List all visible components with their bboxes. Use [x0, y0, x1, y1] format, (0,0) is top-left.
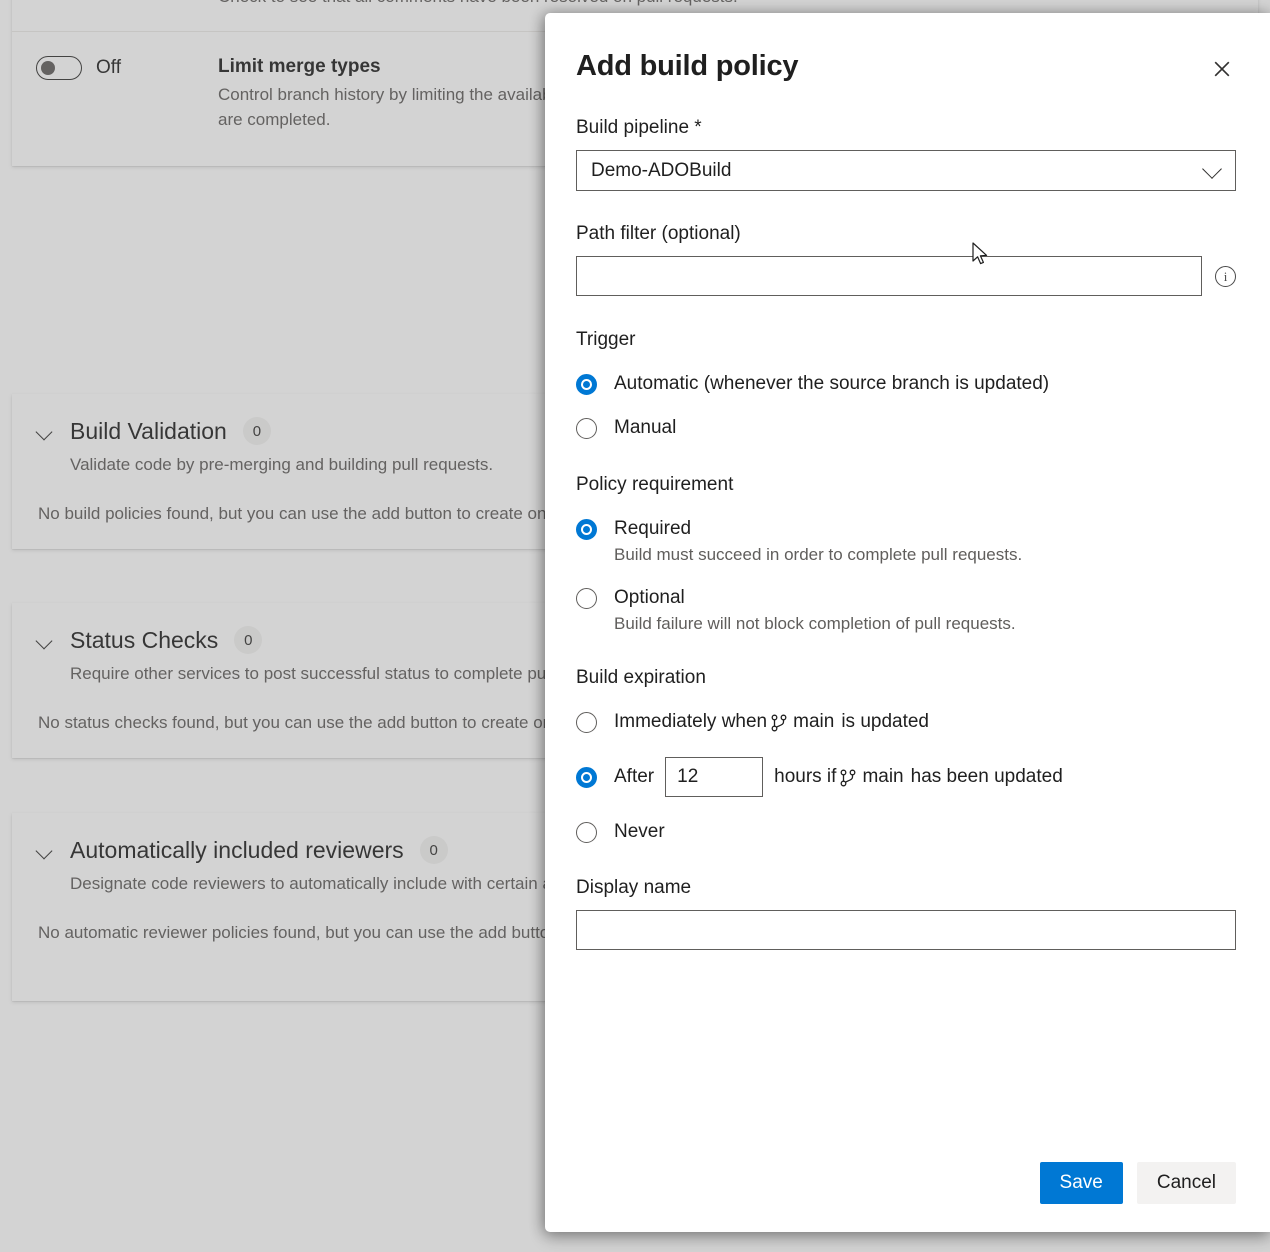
- radio-indicator: [576, 519, 597, 540]
- radio-indicator: [576, 588, 597, 609]
- build-pipeline-dropdown[interactable]: Demo-ADOBuild: [576, 150, 1236, 191]
- expiration-after-prefix: After: [614, 766, 654, 788]
- panel-footer: Save Cancel: [545, 1162, 1270, 1232]
- chevron-down-icon[interactable]: [34, 629, 56, 651]
- expiration-hours-input[interactable]: [665, 757, 763, 797]
- expiration-immediately-prefix: Immediately when: [614, 709, 767, 735]
- build-expiration-section-label: Build expiration: [576, 665, 1236, 691]
- chevron-down-icon: [1202, 159, 1222, 179]
- path-filter-input[interactable]: [576, 256, 1202, 296]
- radio-text: Immediately when main is updated: [614, 709, 929, 735]
- policy-optional-label: Optional: [614, 585, 1016, 611]
- policy-text: Check to see that all comments have been…: [218, 0, 1234, 9]
- cancel-button[interactable]: Cancel: [1137, 1162, 1236, 1204]
- path-filter-row: i: [576, 256, 1236, 296]
- path-filter-label: Path filter (optional): [576, 221, 1236, 247]
- radio-text: Automatic (whenever the source branch is…: [614, 371, 1049, 397]
- expiration-after-tail: hours if main has been updated: [774, 766, 1063, 788]
- radio-indicator: [576, 822, 597, 843]
- build-pipeline-value: Demo-ADOBuild: [591, 160, 731, 182]
- radio-indicator: [576, 374, 597, 395]
- policy-required-sublabel: Build must succeed in order to complete …: [614, 545, 1022, 564]
- group-title: Build Validation: [70, 416, 227, 446]
- expiration-immediately-branch: main: [793, 709, 834, 735]
- radio-text: Manual: [614, 415, 676, 441]
- group-count-badge: 0: [234, 626, 262, 654]
- expiration-option-never[interactable]: Never: [576, 819, 1236, 845]
- save-button[interactable]: Save: [1040, 1162, 1123, 1204]
- build-pipeline-label: Build pipeline *: [576, 115, 1236, 141]
- panel-body: Build pipeline * Demo-ADOBuild Path filt…: [545, 85, 1270, 1162]
- policy-required-label: Required: [614, 516, 1022, 542]
- expiration-after-mid: hours if: [774, 766, 836, 788]
- policy-requirement-option-optional[interactable]: Optional Build failure will not block co…: [576, 585, 1236, 636]
- close-icon[interactable]: [1206, 53, 1238, 85]
- git-branch-icon: [840, 769, 856, 787]
- display-name-input[interactable]: [576, 910, 1236, 950]
- radio-text: Required Build must succeed in order to …: [614, 516, 1022, 567]
- radio-text: Never: [614, 819, 665, 845]
- group-count-badge: 0: [420, 836, 448, 864]
- policy-description: Check to see that all comments have been…: [218, 0, 838, 9]
- group-title: Status Checks: [70, 625, 218, 655]
- radio-indicator: [576, 712, 597, 733]
- trigger-option-automatic[interactable]: Automatic (whenever the source branch is…: [576, 371, 1236, 397]
- add-build-policy-panel: Add build policy Build pipeline * Demo-A…: [545, 13, 1270, 1232]
- expiration-immediately-suffix: is updated: [841, 709, 929, 735]
- policy-optional-sublabel: Build failure will not block completion …: [614, 614, 1016, 633]
- expiration-option-immediately[interactable]: Immediately when main is updated: [576, 709, 1236, 735]
- expiration-after-branch: main: [862, 766, 903, 788]
- panel-header: Add build policy: [545, 13, 1270, 85]
- expiration-after-suffix: has been updated: [911, 766, 1063, 788]
- toggle-state-label: Off: [96, 57, 121, 79]
- radio-indicator: [576, 418, 597, 439]
- git-branch-icon: [771, 714, 787, 732]
- display-name-label: Display name: [576, 875, 1236, 901]
- radio-indicator: [576, 767, 597, 788]
- radio-text: Optional Build failure will not block co…: [614, 585, 1016, 636]
- policy-requirement-option-required[interactable]: Required Build must succeed in order to …: [576, 516, 1236, 567]
- toggle-knob: [41, 61, 55, 75]
- expiration-never-label: Never: [614, 819, 665, 845]
- policy-requirement-section-label: Policy requirement: [576, 472, 1236, 498]
- info-icon[interactable]: i: [1215, 266, 1236, 287]
- group-count-badge: 0: [243, 417, 271, 445]
- group-title: Automatically included reviewers: [70, 835, 404, 865]
- trigger-section-label: Trigger: [576, 327, 1236, 353]
- trigger-option-manual[interactable]: Manual: [576, 415, 1236, 441]
- expiration-immediately-label: Immediately when main is updated: [614, 709, 929, 735]
- expiration-option-after[interactable]: After hours if main has been updated: [576, 757, 1236, 797]
- toggle-wrap: Off: [36, 54, 218, 80]
- limit-merge-types-toggle[interactable]: [36, 56, 82, 80]
- chevron-down-icon[interactable]: [34, 420, 56, 442]
- trigger-manual-label: Manual: [614, 415, 676, 441]
- trigger-automatic-label: Automatic (whenever the source branch is…: [614, 371, 1049, 397]
- chevron-down-icon[interactable]: [34, 839, 56, 861]
- panel-title: Add build policy: [576, 47, 798, 85]
